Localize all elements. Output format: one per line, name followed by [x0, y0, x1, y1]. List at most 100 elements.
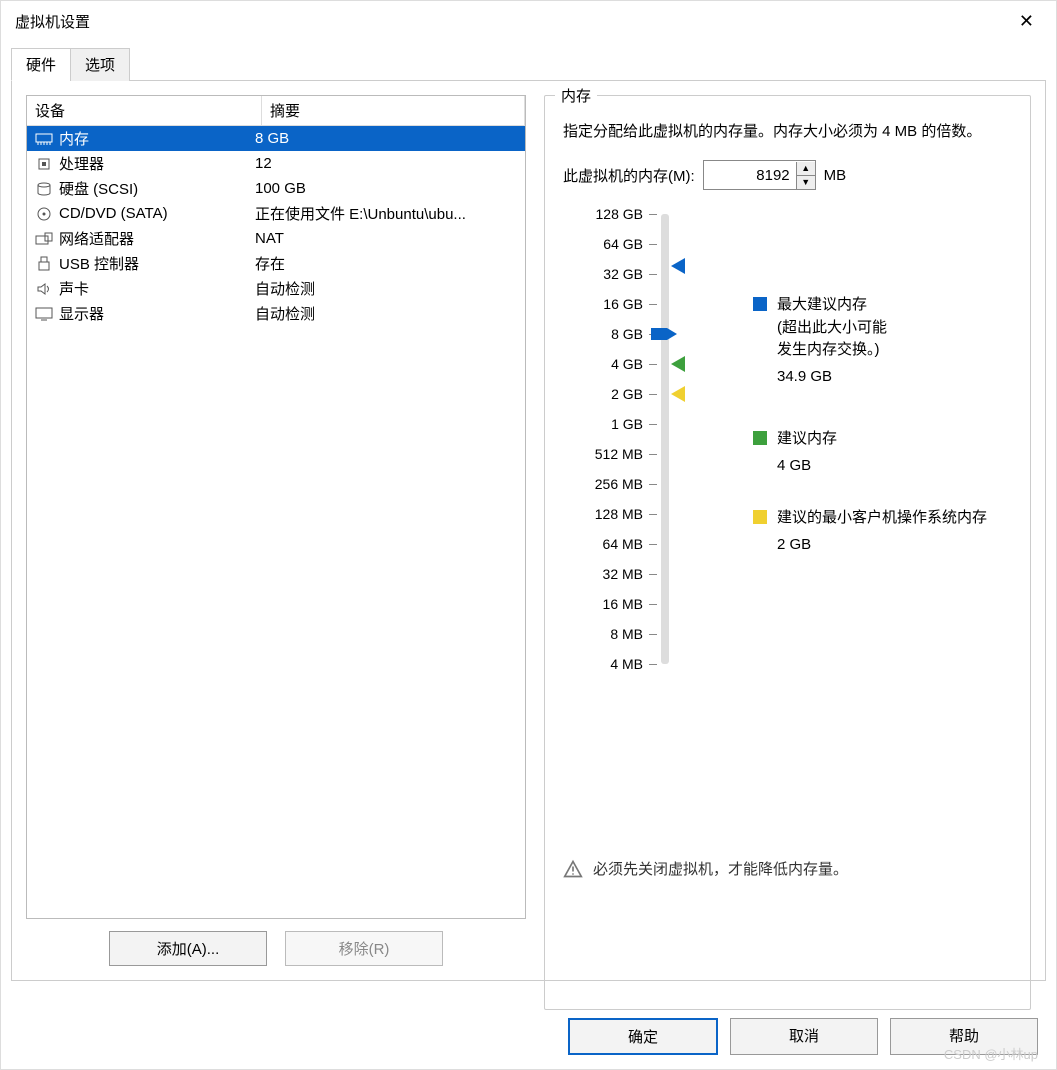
- memory-panel: 内存 指定分配给此虚拟机的内存量。内存大小必须为 4 MB 的倍数。 此虚拟机的…: [544, 95, 1031, 966]
- group-label: 内存: [555, 85, 597, 106]
- ok-button[interactable]: 确定: [568, 1018, 718, 1055]
- sound-icon: [33, 280, 55, 298]
- hw-name: 内存: [59, 128, 255, 149]
- col-summary: 摘要: [262, 96, 525, 125]
- scale-tick: [649, 424, 657, 425]
- scale-label: 16 GB: [603, 296, 643, 312]
- scale-tick: [649, 274, 657, 275]
- hw-buttons: 添加(A)... 移除(R): [26, 931, 526, 966]
- memory-icon: [33, 130, 55, 148]
- rec-marker-icon: [671, 356, 685, 372]
- hw-summary: 存在: [255, 253, 519, 274]
- tab-bar: 硬件 选项: [11, 47, 1046, 81]
- scale-tick: [649, 244, 657, 245]
- hw-name: 显示器: [59, 303, 255, 324]
- dialog-footer: 确定 取消 帮助: [568, 1018, 1038, 1055]
- scale-tick: [649, 454, 657, 455]
- memory-spinner[interactable]: ▲ ▼: [703, 160, 816, 190]
- legend-max-note2: 发生内存交换。): [777, 339, 887, 362]
- scale-tick: [649, 214, 657, 215]
- square-yellow-icon: [753, 510, 767, 524]
- legend-rec-val: 4 GB: [777, 455, 837, 478]
- hw-row-memory[interactable]: 内存8 GB: [27, 126, 525, 151]
- help-button[interactable]: 帮助: [890, 1018, 1038, 1055]
- square-green-icon: [753, 431, 767, 445]
- cpu-icon: [33, 155, 55, 173]
- scale-tick: [649, 514, 657, 515]
- hw-name: 网络适配器: [59, 228, 255, 249]
- scale-label: 16 MB: [603, 596, 643, 612]
- warning-row: 必须先关闭虚拟机，才能降低内存量。: [563, 858, 1012, 879]
- hw-name: CD/DVD (SATA): [59, 205, 255, 222]
- hw-name: 硬盘 (SCSI): [59, 178, 255, 199]
- scale-tick: [649, 364, 657, 365]
- disk-icon: [33, 180, 55, 198]
- titlebar: 虚拟机设置 ✕: [1, 1, 1056, 41]
- remove-button: 移除(R): [285, 931, 443, 966]
- legend-min: 建议的最小客户机操作系统内存: [777, 507, 987, 530]
- legend-max-val: 34.9 GB: [777, 366, 887, 389]
- window-title: 虚拟机设置: [15, 11, 90, 32]
- scale-tick: [649, 574, 657, 575]
- scale-tick: [649, 484, 657, 485]
- legend-rec: 建议内存: [777, 428, 837, 451]
- scale-label: 2 GB: [611, 386, 643, 402]
- hw-row-sound[interactable]: 声卡自动检测: [27, 276, 525, 301]
- hw-row-cpu[interactable]: 处理器12: [27, 151, 525, 176]
- memory-input[interactable]: [704, 165, 796, 186]
- hw-summary: 100 GB: [255, 180, 519, 197]
- scale-label: 1 GB: [611, 416, 643, 432]
- tab-options[interactable]: 选项: [70, 48, 130, 81]
- scale-label: 32 GB: [603, 266, 643, 282]
- hw-summary: 自动检测: [255, 278, 519, 299]
- scale-tick: [649, 664, 657, 665]
- hw-row-net[interactable]: 网络适配器NAT: [27, 226, 525, 251]
- memory-scale: 128 GB64 GB32 GB16 GB8 GB4 GB2 GB1 GB512…: [573, 214, 1012, 684]
- hardware-left: 设备 摘要 内存8 GB处理器12硬盘 (SCSI)100 GBCD/DVD (…: [26, 95, 526, 966]
- square-blue-icon: [753, 297, 767, 311]
- hw-summary: 正在使用文件 E:\Unbuntu\ubu...: [255, 203, 519, 224]
- memory-unit: MB: [824, 167, 847, 184]
- net-icon: [33, 230, 55, 248]
- slider-track[interactable]: [661, 214, 669, 664]
- legend-max: 最大建议内存: [777, 294, 887, 317]
- display-icon: [33, 305, 55, 323]
- scale-tick: [649, 634, 657, 635]
- hw-name: USB 控制器: [59, 253, 255, 274]
- slider-thumb[interactable]: [651, 324, 677, 344]
- cd-icon: [33, 205, 55, 223]
- scale-label: 128 MB: [595, 506, 643, 522]
- hw-row-cd[interactable]: CD/DVD (SATA)正在使用文件 E:\Unbuntu\ubu...: [27, 201, 525, 226]
- hardware-table: 设备 摘要 内存8 GB处理器12硬盘 (SCSI)100 GBCD/DVD (…: [26, 95, 526, 919]
- scale-label: 128 GB: [596, 206, 643, 222]
- scale-label: 8 MB: [610, 626, 643, 642]
- scale-tick: [649, 304, 657, 305]
- scale-label: 64 MB: [603, 536, 643, 552]
- min-marker-icon: [671, 386, 685, 402]
- hw-row-disk[interactable]: 硬盘 (SCSI)100 GB: [27, 176, 525, 201]
- scale-label: 8 GB: [611, 326, 643, 342]
- legend-min-val: 2 GB: [777, 534, 987, 557]
- hw-row-display[interactable]: 显示器自动检测: [27, 301, 525, 326]
- cancel-button[interactable]: 取消: [730, 1018, 878, 1055]
- tab-hardware[interactable]: 硬件: [11, 48, 71, 81]
- legend-max-note1: (超出此大小可能: [777, 317, 887, 340]
- spin-up-icon[interactable]: ▲: [797, 162, 815, 176]
- add-button[interactable]: 添加(A)...: [109, 931, 267, 966]
- scale-label: 4 MB: [610, 656, 643, 672]
- settings-window: 虚拟机设置 ✕ 硬件 选项 设备 摘要 内存8 GB处理器12硬盘 (SCSI)…: [0, 0, 1057, 1070]
- hardware-pane: 设备 摘要 内存8 GB处理器12硬盘 (SCSI)100 GBCD/DVD (…: [11, 81, 1046, 981]
- scale-label: 512 MB: [595, 446, 643, 462]
- legend: 最大建议内存 (超出此大小可能 发生内存交换。) 34.9 GB 建议内存: [753, 294, 1023, 562]
- warning-text: 必须先关闭虚拟机，才能降低内存量。: [593, 858, 848, 879]
- usb-icon: [33, 255, 55, 273]
- scale-label: 4 GB: [611, 356, 643, 372]
- max-marker-icon: [671, 258, 685, 274]
- spin-down-icon[interactable]: ▼: [797, 176, 815, 189]
- scale-label: 256 MB: [595, 476, 643, 492]
- hw-name: 声卡: [59, 278, 255, 299]
- hw-summary: 12: [255, 155, 519, 172]
- close-icon[interactable]: ✕: [1009, 9, 1044, 34]
- hw-row-usb[interactable]: USB 控制器存在: [27, 251, 525, 276]
- hw-name: 处理器: [59, 153, 255, 174]
